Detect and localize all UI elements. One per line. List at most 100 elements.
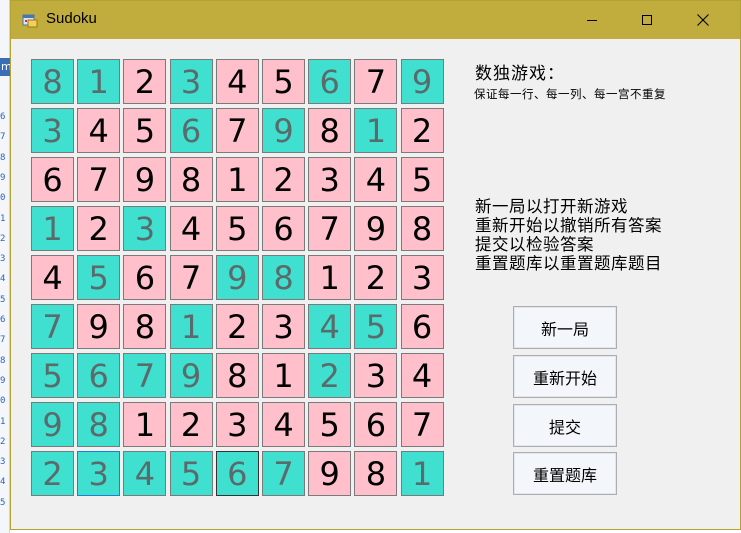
sudoku-cell-r2c1[interactable]: 3 [31, 108, 74, 153]
sudoku-cell-r3c9[interactable]: 5 [400, 157, 444, 202]
sudoku-cell-r8c9[interactable]: 7 [400, 402, 444, 447]
background-line-number: 1 [0, 416, 6, 427]
sudoku-cell-r7c2[interactable]: 6 [77, 353, 121, 398]
title-bar[interactable]: Sudoku [11, 1, 740, 39]
sudoku-cell-r6c6[interactable]: 3 [262, 304, 305, 349]
sudoku-cell-r3c3[interactable]: 9 [123, 157, 167, 202]
sudoku-cell-r8c2[interactable]: 8 [77, 402, 121, 447]
sudoku-cell-r5c9[interactable]: 3 [400, 255, 444, 300]
sudoku-cell-r7c3[interactable]: 7 [123, 353, 167, 398]
sudoku-cell-r8c8[interactable]: 6 [354, 402, 398, 447]
sudoku-cell-r2c5[interactable]: 7 [215, 108, 259, 153]
sudoku-cell-r1c2[interactable]: 1 [77, 59, 121, 104]
background-line-number: 6 [0, 315, 6, 325]
sudoku-cell-r1c6[interactable]: 5 [262, 59, 305, 104]
help-line-reset: 重置题库以重置题库题目 [475, 254, 662, 273]
sudoku-cell-r5c3[interactable]: 6 [123, 255, 167, 300]
sudoku-cell-r5c7[interactable]: 1 [308, 255, 352, 300]
close-button[interactable] [679, 1, 727, 39]
sudoku-cell-r3c7[interactable]: 3 [308, 157, 352, 202]
sudoku-cell-r4c2[interactable]: 2 [77, 206, 121, 251]
sudoku-cell-r7c9[interactable]: 4 [400, 353, 444, 398]
sudoku-cell-r4c9[interactable]: 8 [400, 206, 444, 251]
sudoku-cell-r3c2[interactable]: 7 [77, 157, 121, 202]
sudoku-cell-r8c4[interactable]: 2 [169, 402, 213, 447]
sudoku-cell-r7c8[interactable]: 3 [354, 353, 398, 398]
minimize-button[interactable] [568, 1, 616, 39]
sudoku-cell-r5c5[interactable]: 9 [215, 255, 259, 300]
background-line-number: 7 [0, 335, 6, 346]
background-line-number: 5 [0, 497, 6, 508]
help-line-restart: 重新开始以撤销所有答案 [475, 216, 662, 235]
sudoku-cell-r8c5[interactable]: 3 [215, 402, 259, 447]
background-line-number: 4 [0, 274, 6, 285]
sudoku-cell-r6c8[interactable]: 5 [354, 304, 398, 349]
sudoku-cell-r8c7[interactable]: 5 [308, 402, 352, 447]
sudoku-cell-r4c5[interactable]: 5 [215, 206, 259, 251]
sudoku-cell-r2c7[interactable]: 8 [308, 108, 352, 153]
sudoku-cell-r3c6[interactable]: 2 [262, 157, 305, 202]
sudoku-cell-r5c2[interactable]: 5 [77, 255, 121, 300]
sudoku-cell-r7c1[interactable]: 5 [31, 353, 74, 398]
sudoku-cell-r7c4[interactable]: 9 [169, 353, 213, 398]
sudoku-cell-r3c8[interactable]: 4 [354, 157, 398, 202]
background-line-number: 0 [0, 396, 6, 407]
sudoku-cell-r2c6[interactable]: 9 [262, 108, 305, 153]
sudoku-cell-r6c5[interactable]: 2 [215, 304, 259, 349]
sudoku-cell-r4c8[interactable]: 9 [354, 206, 398, 251]
sudoku-cell-r2c3[interactable]: 5 [123, 108, 167, 153]
sudoku-cell-r1c7[interactable]: 6 [308, 59, 352, 104]
sudoku-cell-r6c4[interactable]: 1 [169, 304, 213, 349]
sudoku-cell-r8c1[interactable]: 9 [31, 402, 74, 447]
background-editor-tab: m [0, 58, 12, 76]
sudoku-cell-r9c3[interactable]: 4 [123, 451, 167, 496]
sudoku-cell-r8c6[interactable]: 4 [262, 402, 305, 447]
sudoku-cell-r1c4[interactable]: 3 [169, 59, 213, 104]
sudoku-cell-r4c3[interactable]: 3 [123, 206, 167, 251]
restart-button[interactable]: 重新开始 [513, 355, 617, 398]
sudoku-cell-r6c2[interactable]: 9 [77, 304, 121, 349]
sudoku-cell-r2c4[interactable]: 6 [169, 108, 213, 153]
help-text: 新一局以打开新游戏 重新开始以撤销所有答案 提交以检验答案 重置题库以重置题库题… [475, 197, 662, 273]
sudoku-cell-r9c8[interactable]: 8 [354, 451, 398, 496]
sudoku-cell-r5c6[interactable]: 8 [262, 255, 305, 300]
sudoku-cell-r4c7[interactable]: 7 [308, 206, 352, 251]
sudoku-cell-r1c9[interactable]: 9 [400, 59, 444, 104]
sudoku-cell-r2c8[interactable]: 1 [354, 108, 398, 153]
sudoku-cell-r9c7[interactable]: 9 [308, 451, 352, 496]
reset-bank-button[interactable]: 重置题库 [513, 452, 617, 495]
sudoku-cell-r6c9[interactable]: 6 [400, 304, 444, 349]
new-game-button[interactable]: 新一局 [513, 306, 617, 349]
sudoku-cell-r9c5[interactable]: 6 [215, 451, 259, 496]
sudoku-cell-r9c2[interactable]: 3 [77, 451, 121, 496]
sudoku-cell-r2c9[interactable]: 2 [400, 108, 444, 153]
sudoku-cell-r4c1[interactable]: 1 [31, 206, 74, 251]
sudoku-cell-r3c1[interactable]: 6 [31, 157, 74, 202]
sudoku-cell-r5c1[interactable]: 4 [31, 255, 74, 300]
sudoku-cell-r3c5[interactable]: 1 [215, 157, 259, 202]
sudoku-cell-r7c5[interactable]: 8 [215, 353, 259, 398]
sudoku-cell-r2c2[interactable]: 4 [77, 108, 121, 153]
sudoku-cell-r5c8[interactable]: 2 [354, 255, 398, 300]
sudoku-cell-r6c7[interactable]: 4 [308, 304, 352, 349]
sudoku-cell-r1c3[interactable]: 2 [123, 59, 167, 104]
sudoku-cell-r9c1[interactable]: 2 [31, 451, 74, 496]
sudoku-cell-r9c9[interactable]: 1 [400, 451, 444, 496]
sudoku-cell-r4c4[interactable]: 4 [169, 206, 213, 251]
sudoku-cell-r1c8[interactable]: 7 [354, 59, 398, 104]
submit-button[interactable]: 提交 [513, 404, 617, 447]
sudoku-cell-r1c1[interactable]: 8 [31, 59, 74, 104]
sudoku-cell-r7c7[interactable]: 2 [308, 353, 352, 398]
sudoku-cell-r1c5[interactable]: 4 [215, 59, 259, 104]
sudoku-cell-r8c3[interactable]: 1 [123, 402, 167, 447]
sudoku-cell-r5c4[interactable]: 7 [169, 255, 213, 300]
sudoku-cell-r9c4[interactable]: 5 [169, 451, 213, 496]
sudoku-cell-r6c3[interactable]: 8 [123, 304, 167, 349]
maximize-button[interactable] [623, 1, 671, 39]
sudoku-cell-r3c4[interactable]: 8 [169, 157, 213, 202]
sudoku-cell-r7c6[interactable]: 1 [262, 353, 305, 398]
app-icon [22, 14, 38, 28]
sudoku-cell-r9c6[interactable]: 7 [262, 451, 305, 496]
sudoku-cell-r6c1[interactable]: 7 [31, 304, 74, 349]
sudoku-cell-r4c6[interactable]: 6 [262, 206, 305, 251]
